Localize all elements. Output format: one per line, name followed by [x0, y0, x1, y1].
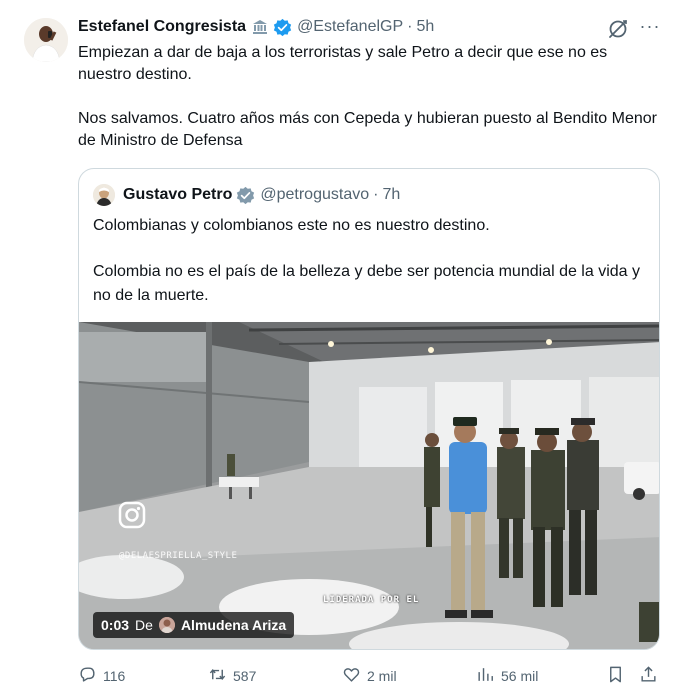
- verified-badge-icon: [273, 18, 292, 37]
- tweet-text: Empiezan a dar de baja a los terroristas…: [78, 42, 664, 174]
- gov-building-icon: [251, 18, 269, 36]
- quoted-text-paragraph-1: Colombianas y colombianos este no es nue…: [93, 217, 490, 234]
- video-source-author[interactable]: Almudena Ariza: [181, 617, 286, 633]
- quoted-timestamp[interactable]: 7h: [382, 186, 400, 204]
- views-button[interactable]: 56 mil: [476, 663, 538, 689]
- video-caption: LIDERADA POR EL: [323, 595, 420, 605]
- author-avatar[interactable]: [24, 18, 68, 62]
- views-icon: [476, 665, 495, 687]
- views-count: 56 mil: [501, 668, 539, 684]
- video-duration: 0:03: [101, 617, 130, 633]
- quoted-verified-badge-icon: [236, 186, 255, 205]
- reply-button[interactable]: 116: [78, 663, 125, 689]
- video-source-avatar: [158, 617, 175, 633]
- quoted-tweet-header: Gustavo Petro @petrogustavo · 7h: [93, 184, 400, 206]
- like-icon: [342, 665, 361, 687]
- quoted-tweet-text: Colombianas y colombianos este no es nue…: [93, 214, 649, 330]
- like-button[interactable]: 2 mil: [342, 663, 397, 689]
- tweet[interactable]: Estefanel Congresista @EstefanelGP · 5h: [0, 0, 680, 695]
- bookmark-icon: [606, 665, 625, 687]
- quoted-author-avatar[interactable]: [93, 184, 115, 206]
- repost-button[interactable]: 587: [208, 663, 256, 689]
- more-icon[interactable]: ···: [637, 16, 663, 42]
- quoted-tweet[interactable]: Gustavo Petro @petrogustavo · 7h Colombi…: [78, 168, 660, 650]
- tweet-header: Estefanel Congresista @EstefanelGP · 5h: [78, 14, 434, 40]
- tweet-text-paragraph-2: Nos salvamos. Cuatro años más con Cepeda…: [78, 110, 657, 149]
- reply-icon: [78, 665, 97, 687]
- quoted-text-paragraph-2: Colombia no es el país de la belleza y d…: [93, 263, 640, 304]
- separator: ·: [407, 18, 413, 35]
- repost-count: 587: [233, 668, 257, 684]
- author-name[interactable]: Estefanel Congresista: [78, 18, 246, 36]
- quoted-author-handle[interactable]: @petrogustavo: [260, 186, 369, 204]
- quoted-author-name[interactable]: Gustavo Petro: [123, 186, 232, 204]
- repost-icon: [208, 665, 227, 687]
- video-player[interactable]: @DELAESPRIELLA_STYLE LIDERADA POR EL 0:0…: [79, 322, 659, 649]
- share-button[interactable]: [639, 663, 658, 689]
- video-from-label: De: [135, 617, 153, 633]
- tweet-text-paragraph-1: Empiezan a dar de baja a los terroristas…: [78, 44, 608, 83]
- timestamp[interactable]: 5h: [416, 18, 434, 36]
- reply-count: 116: [103, 668, 126, 684]
- like-count: 2 mil: [367, 668, 397, 684]
- author-handle[interactable]: @EstefanelGP: [297, 18, 403, 36]
- quoted-separator: ·: [373, 186, 379, 203]
- grok-icon[interactable]: [607, 18, 629, 40]
- video-watermark: @DELAESPRIELLA_STYLE: [119, 551, 238, 561]
- video-info-chip[interactable]: 0:03 De Almudena Ariza: [93, 612, 295, 638]
- share-icon: [639, 665, 658, 687]
- action-bar: 116 587 2 mil 56 mil: [78, 663, 660, 689]
- instagram-icon: [117, 500, 147, 530]
- bookmark-button[interactable]: [606, 663, 625, 689]
